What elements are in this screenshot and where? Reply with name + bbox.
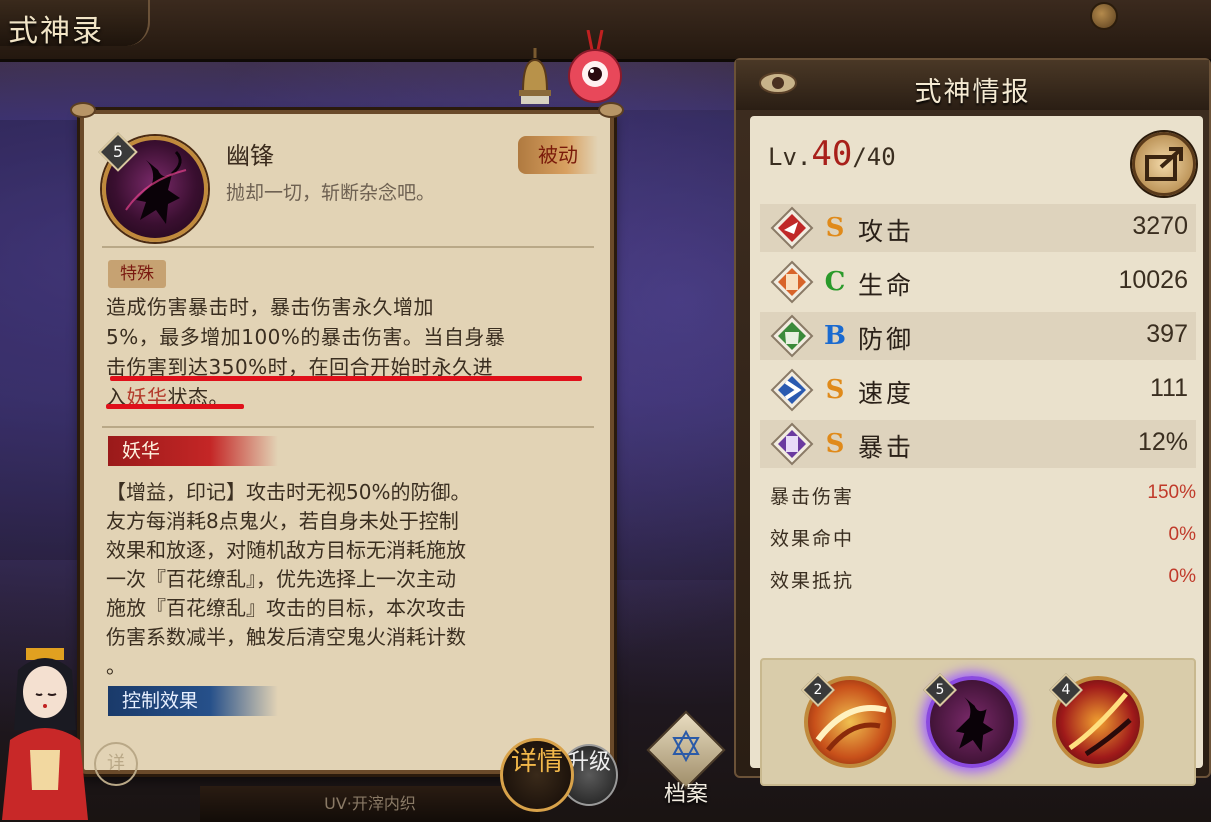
detail-button[interactable]: 详 xyxy=(94,742,138,786)
doll-character-avatar[interactable] xyxy=(0,640,90,820)
eye-charm-icon[interactable] xyxy=(566,30,624,106)
divider xyxy=(102,246,594,248)
stat-value: 111 xyxy=(1149,374,1188,402)
title-plate: 式神录 xyxy=(0,0,150,49)
defense-icon xyxy=(770,314,814,358)
stat-name: 防御 xyxy=(858,325,915,354)
sub-stat-value: 0% xyxy=(1168,524,1196,545)
sub-stat-row: 效果命中 0% xyxy=(770,520,1196,554)
skill-level: 5 xyxy=(935,682,945,698)
stat-row-crit: S 暴击 12% xyxy=(760,420,1196,468)
stat-row-speed: S 速度 111 xyxy=(760,366,1196,414)
red-underline-mark xyxy=(110,376,582,381)
sub-stat-value: 0% xyxy=(1168,566,1196,587)
stat-row-health: C 生命 10026 xyxy=(760,258,1196,306)
level-display: Lv.40/40 xyxy=(768,134,896,174)
yaohua-line: 一次『百花缭乱』，优先选择上一次主动 xyxy=(106,567,456,591)
yaohua-line: 【增益，印记】攻击时无视50%的防御。 xyxy=(106,480,471,504)
grade-b-icon: B xyxy=(824,321,846,351)
yaohua-line: 效果和放逐，对随机敌方目标无消耗施放 xyxy=(106,538,466,562)
sub-stat-name: 暴击伤害 xyxy=(770,486,855,508)
yaohua-tag: 妖华 xyxy=(108,436,278,466)
bell-icon[interactable] xyxy=(515,48,555,106)
shikigami-info-panel: 式神情报 Lv.40/40 S 攻击 3270 C 生命 10026 B 防御 … xyxy=(734,58,1211,786)
special-description: 造成伤害暴击时，暴击伤害永久增加 5%，最多增加100%的暴击伤害。当自身暴 击… xyxy=(106,292,596,412)
stat-value: 12% xyxy=(1137,428,1188,456)
yaohua-line: 友方每消耗8点鬼火，若自身未处于控制 xyxy=(106,509,459,533)
special-line: 5%，最多增加100%的暴击伤害。当自身暴 xyxy=(106,325,506,349)
grade-c-icon: C xyxy=(824,267,846,297)
stat-name: 生命 xyxy=(858,271,915,300)
skill-level: 5 xyxy=(112,142,124,161)
grade-s-icon: S xyxy=(825,213,845,243)
stat-value: 397 xyxy=(1146,320,1188,348)
red-underline-mark xyxy=(106,404,244,409)
panel-corner-ornament xyxy=(598,102,624,118)
stat-value: 3270 xyxy=(1132,212,1188,240)
panel-corner-ornament xyxy=(70,102,96,118)
control-effect-tag[interactable]: 控制效果 xyxy=(108,686,278,716)
sub-stat-value: 150% xyxy=(1147,482,1196,503)
background-pillar xyxy=(614,110,734,580)
sub-stat-row: 暴击伤害 150% xyxy=(770,478,1196,512)
special-line: 造成伤害暴击时，暴击伤害永久增加 xyxy=(106,295,434,319)
hexagram-icon xyxy=(672,729,700,763)
stat-value: 10026 xyxy=(1118,266,1188,294)
stat-name: 暴击 xyxy=(858,433,915,462)
yaohua-line: 施放『百花缭乱』攻击的目标，本次攻击 xyxy=(106,596,466,620)
info-panel-header: 式神情报 xyxy=(736,60,1209,110)
detail-tab-button[interactable]: 详情 xyxy=(500,738,574,812)
yaohua-line: 。 xyxy=(106,654,126,678)
level-prefix: Lv. xyxy=(768,143,812,171)
info-panel-content: Lv.40/40 S 攻击 3270 C 生命 10026 B 防御 397 S… xyxy=(750,116,1203,786)
speed-icon xyxy=(770,368,814,412)
crit-icon xyxy=(770,422,814,466)
grade-s-icon: S xyxy=(825,375,845,405)
share-icon xyxy=(1145,147,1183,181)
skill-name: 幽锋 xyxy=(226,142,274,170)
skill-detail-panel: 5 幽锋 抛却一切，斩断杂念吧。 被动 特殊 造成伤害暴击时，暴击伤害永久增加 … xyxy=(70,102,624,786)
health-icon xyxy=(770,260,814,304)
grade-s-icon: S xyxy=(825,429,845,459)
level-current: 40 xyxy=(811,134,853,174)
special-tag: 特殊 xyxy=(108,260,166,288)
yaohua-line: 伤害系数减半，触发后清空鬼火消耗计数 xyxy=(106,625,466,649)
skill-level: 2 xyxy=(813,682,823,698)
sub-stat-name: 效果命中 xyxy=(770,528,855,550)
background-pillar xyxy=(0,120,80,560)
coin-icon[interactable] xyxy=(1090,2,1118,30)
stat-row-defense: B 防御 397 xyxy=(760,312,1196,360)
attack-icon xyxy=(770,206,814,250)
archive-label: 档案 xyxy=(663,782,708,807)
skill-quote: 抛却一切，斩断杂念吧。 xyxy=(226,182,436,204)
yaohua-description: 【增益，印记】攻击时无视50%的防御。 友方每消耗8点鬼火，若自身未处于控制 效… xyxy=(106,478,602,681)
stat-row-attack: S 攻击 3270 xyxy=(760,204,1196,252)
page-title: 式神录 xyxy=(8,14,104,49)
skill-selector-tray: 2 5 4 xyxy=(760,658,1196,786)
bottom-strip: UV·开滓内织 xyxy=(200,786,540,822)
passive-tag: 被动 xyxy=(518,136,598,174)
sub-stat-row: 效果抵抗 0% xyxy=(770,562,1196,596)
level-max: /40 xyxy=(852,143,896,171)
share-button[interactable] xyxy=(1132,132,1196,196)
sub-stat-name: 效果抵抗 xyxy=(770,570,855,592)
archive-tab-button[interactable]: 档案 xyxy=(646,710,726,822)
stat-name: 攻击 xyxy=(858,217,915,246)
skill-level: 4 xyxy=(1061,682,1071,698)
info-panel-title: 式神情报 xyxy=(914,77,1031,108)
divider xyxy=(102,426,594,428)
stat-name: 速度 xyxy=(858,379,915,408)
